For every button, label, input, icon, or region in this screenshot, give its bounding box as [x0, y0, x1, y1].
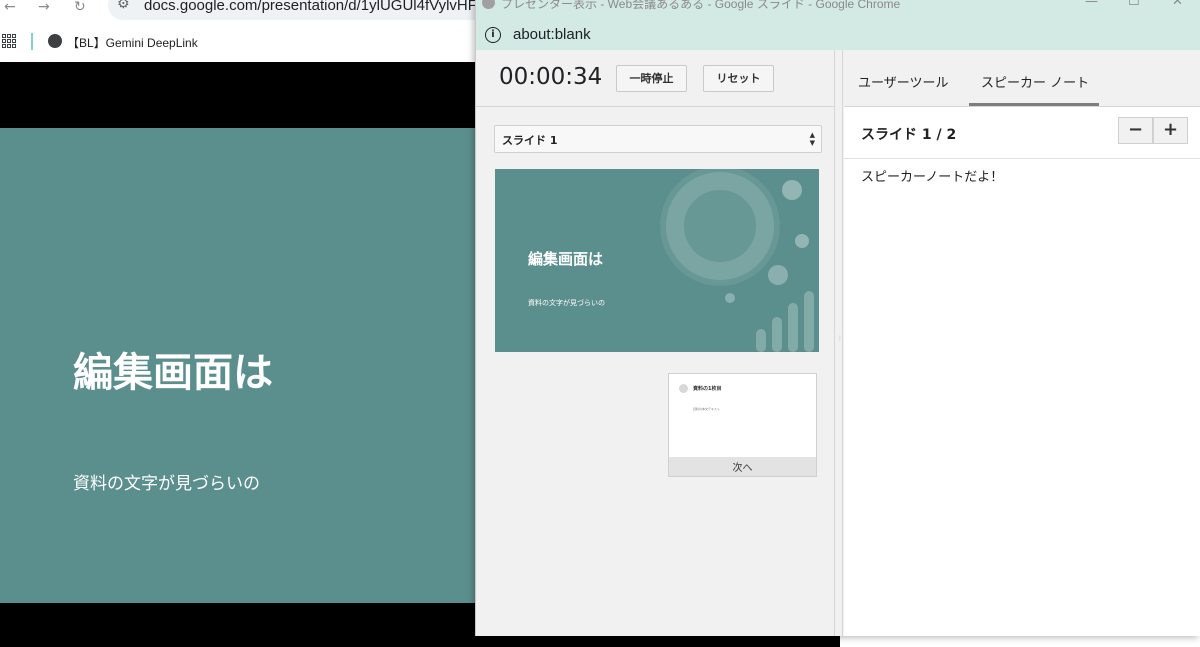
apps-grid-icon[interactable]	[2, 34, 16, 48]
minimize-icon[interactable]: —	[1085, 0, 1098, 9]
forward-arrow-icon[interactable]: →	[38, 0, 50, 14]
main-slide-title: 編集画面は	[73, 350, 273, 396]
reset-button[interactable]: リセット	[703, 65, 774, 92]
slide-select[interactable]: スライド 1 ▲ ▼	[494, 125, 822, 153]
elapsed-timer: 00:00:34	[499, 64, 603, 90]
next-slide-preview: 資料の1枚目 資料の本文テキスト	[669, 374, 816, 457]
pause-button[interactable]: 一時停止	[616, 65, 687, 92]
tab-speaker-notes[interactable]: スピーカー ノート	[981, 72, 1089, 91]
popup-window-title: プレゼンター表示 - Web会議あるある - Google スライド - Goo…	[501, 0, 901, 11]
current-slide-title: 編集画面は	[528, 250, 604, 268]
chrome-icon	[482, 0, 495, 9]
info-icon[interactable]: i	[485, 27, 501, 43]
tab-user-tools[interactable]: ユーザーツール	[858, 72, 948, 91]
reload-icon[interactable]: ↻	[74, 0, 86, 14]
current-slide-subtitle: 資料の文字が見づらいの	[528, 299, 605, 307]
next-slide-decoration-icon	[679, 384, 688, 393]
close-icon[interactable]: ✕	[1172, 0, 1183, 9]
pane-splitter[interactable]: ⋮	[835, 50, 843, 636]
screen: ← → ↻ ⚙ docs.google.com/presentation/d/1…	[0, 0, 1200, 647]
slide-counter: スライド 1 / 2	[861, 127, 957, 143]
tabs: ユーザーツール スピーカー ノート	[844, 50, 1200, 107]
next-label: 次へ	[732, 463, 753, 474]
main-slide-subtitle: 資料の文字が見づらいの	[73, 474, 260, 494]
timer-row: 00:00:34 一時停止 リセット	[476, 50, 835, 107]
drag-handle-icon[interactable]: ⋮	[837, 336, 843, 342]
popup-url: about:blank	[513, 26, 591, 43]
next-slide-body: 資料の本文テキスト	[693, 407, 720, 411]
maximize-icon[interactable]: ☐	[1128, 0, 1140, 9]
globe-icon	[48, 34, 62, 48]
presenter-left-pane: 00:00:34 一時停止 リセット スライド 1 ▲ ▼ 編集画面は 資料の文…	[476, 50, 835, 636]
current-slide-preview: 編集画面は 資料の文字が見づらいの	[495, 169, 819, 352]
notes-header: スライド 1 / 2 − +	[844, 107, 1200, 159]
slide-letterbox-top	[0, 62, 475, 128]
presenter-right-pane: ユーザーツール スピーカー ノート スライド 1 / 2 − + スピーカーノー…	[844, 50, 1200, 636]
back-arrow-icon[interactable]: ←	[4, 0, 16, 14]
bookmarks-separator	[31, 33, 33, 50]
next-slide-button[interactable]: 資料の1枚目 資料の本文テキスト 次へ	[668, 373, 817, 477]
zoom-out-button[interactable]: −	[1118, 117, 1153, 144]
next-slide-title: 資料の1枚目	[693, 386, 722, 392]
zoom-in-button[interactable]: +	[1153, 117, 1188, 144]
bookmark-gemini-deeplink[interactable]: 【BL】Gemini DeepLink	[67, 34, 198, 51]
speaker-notes-text[interactable]: スピーカーノートだよ！	[861, 166, 1003, 185]
popup-address-bar: i about:blank	[476, 18, 1200, 50]
presenter-view-window: プレゼンター表示 - Web会議あるある - Google スライド - Goo…	[475, 0, 1200, 636]
popup-titlebar: プレゼンター表示 - Web会議あるある - Google スライド - Goo…	[476, 0, 1200, 18]
slide-select-value: スライド 1	[502, 134, 558, 147]
active-tab-indicator	[969, 103, 1099, 106]
select-arrows-icon: ▲ ▼	[809, 131, 815, 147]
address-bar-url[interactable]: docs.google.com/presentation/d/1ylUGUl4f…	[144, 0, 503, 14]
site-settings-icon[interactable]: ⚙	[117, 0, 130, 12]
